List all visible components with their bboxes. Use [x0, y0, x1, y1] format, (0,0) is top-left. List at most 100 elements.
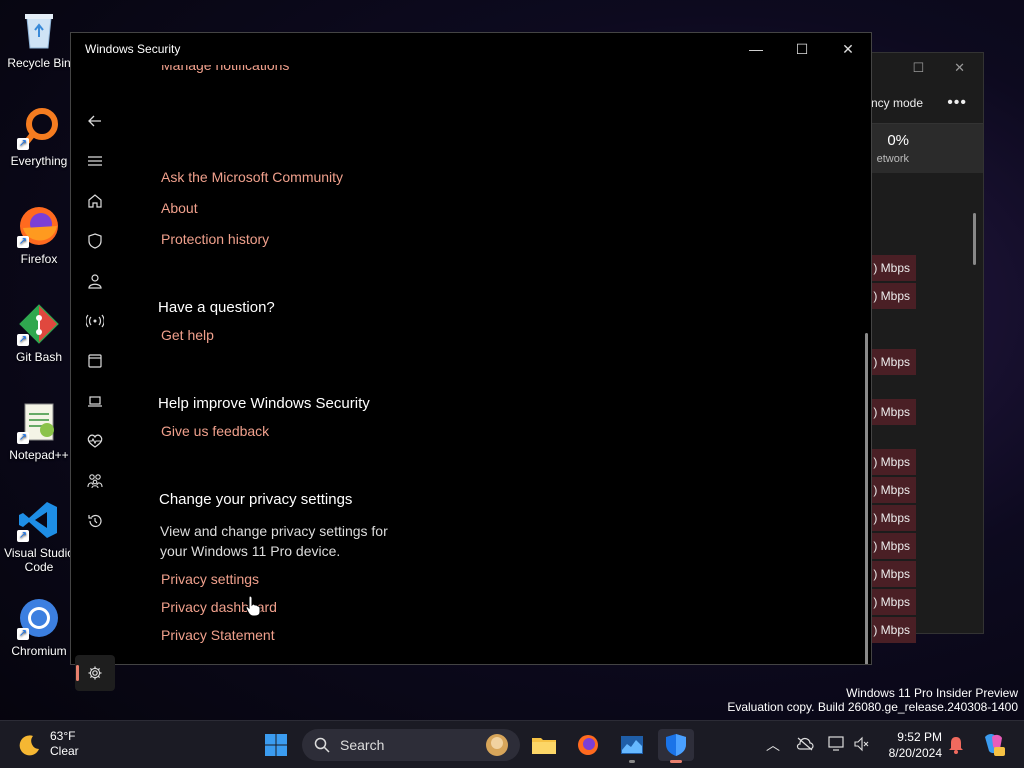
firefox-icon	[578, 735, 598, 755]
nav-family-options[interactable]	[75, 463, 115, 499]
taskbar-file-explorer[interactable]	[526, 729, 562, 761]
desktop-icon-label: Git Bash	[15, 350, 63, 364]
shield-icon	[88, 233, 102, 249]
nav-app-browser-control[interactable]	[75, 343, 115, 379]
firefox-icon: ↗	[17, 204, 61, 248]
cloud-offline-icon[interactable]	[796, 737, 814, 751]
help-improve-heading: Help improve Windows Security	[158, 395, 370, 412]
desktop-icon-git-bash[interactable]: ↗ Git Bash	[2, 302, 76, 364]
back-button[interactable]	[75, 103, 115, 139]
weather-widget[interactable]: 63°F Clear	[18, 729, 79, 759]
system-clock[interactable]: 9:52 PM 8/20/2024	[878, 729, 942, 761]
nav-firewall[interactable]	[75, 303, 115, 339]
desktop-icon-label: Everything	[10, 154, 68, 168]
manage-notifications-link[interactable]: Manage notifications	[161, 65, 289, 73]
taskbar-firefox[interactable]	[570, 729, 606, 761]
taskbar-windows-security[interactable]	[658, 729, 694, 763]
nav-settings[interactable]	[75, 655, 115, 691]
efficiency-mode-button[interactable]: ncy mode	[871, 96, 923, 110]
weather-temperature: 63°F	[50, 729, 76, 743]
person-icon	[88, 274, 102, 289]
search-placeholder: Search	[340, 737, 385, 753]
display-icon[interactable]	[828, 736, 846, 752]
windows-security-window: Windows Security — ☐ ✕ Manage notificati…	[70, 32, 872, 691]
git-bash-icon: ↗	[17, 302, 61, 346]
scrollbar-thumb[interactable]	[973, 213, 976, 265]
everything-search-icon: ↗	[17, 106, 61, 150]
evaluation-watermark: Windows 11 Pro Insider Preview Evaluatio…	[727, 686, 1018, 714]
task-manager-window[interactable]: ☐ ✕ ncy mode ••• 0% etwork ) Mbps ) Mbps…	[860, 52, 984, 643]
desktop-icon-vscode[interactable]: ↗ Visual Studio Code	[2, 498, 76, 574]
privacy-statement-link[interactable]: Privacy Statement	[161, 627, 275, 643]
taskbar-search[interactable]: Search	[302, 729, 520, 761]
moon-icon	[19, 735, 39, 756]
nav-rail	[71, 65, 119, 691]
have-a-question-heading: Have a question?	[158, 299, 275, 316]
more-options-icon[interactable]: •••	[947, 94, 967, 112]
desktop-icon-chromium[interactable]: ↗ Chromium	[2, 596, 76, 658]
shortcut-arrow-icon: ↗	[17, 628, 29, 640]
hamburger-menu-icon	[88, 156, 102, 166]
task-manager-icon	[621, 736, 643, 754]
start-button[interactable]	[258, 729, 294, 761]
shortcut-arrow-icon: ↗	[17, 236, 29, 248]
nav-device-health[interactable]	[75, 423, 115, 459]
weather-condition: Clear	[50, 744, 79, 758]
search-highlight-icon	[486, 734, 508, 756]
desktop-icon-everything[interactable]: ↗ Everything	[2, 106, 76, 168]
nav-protection-history[interactable]	[75, 503, 115, 539]
maximize-icon[interactable]: ☐	[912, 60, 924, 76]
clock-date: 8/20/2024	[888, 746, 942, 760]
content-scrollbar[interactable]	[865, 333, 868, 664]
shortcut-arrow-icon: ↗	[17, 530, 29, 542]
settings-content: Manage notifications Ask the Microsoft C…	[119, 65, 871, 664]
desktop-icon-notepad-plus-plus[interactable]: ↗ Notepad++	[2, 400, 76, 462]
nav-virus-protection[interactable]	[75, 223, 115, 259]
taskbar: 63°F Clear Search ︿ 9:52 PM 8/20/2024	[0, 720, 1024, 768]
nav-home[interactable]	[75, 183, 115, 219]
close-button[interactable]: ✕	[825, 33, 871, 65]
family-icon	[87, 474, 103, 489]
show-hidden-icons-chevron[interactable]: ︿	[766, 735, 780, 755]
privacy-settings-heading: Change your privacy settings	[159, 491, 353, 508]
minimize-button[interactable]: —	[733, 33, 779, 65]
gear-icon	[88, 666, 102, 680]
back-arrow-icon	[88, 115, 101, 127]
notification-bell-icon[interactable]	[948, 736, 964, 754]
privacy-settings-link[interactable]: Privacy settings	[161, 571, 259, 587]
window-title: Windows Security	[85, 42, 181, 56]
menu-button[interactable]	[75, 143, 115, 179]
give-feedback-link[interactable]: Give us feedback	[161, 423, 269, 439]
protection-history-link[interactable]: Protection history	[161, 231, 269, 247]
laptop-icon	[88, 396, 102, 407]
nav-device-security[interactable]	[75, 383, 115, 419]
chromium-icon: ↗	[17, 596, 61, 640]
window-controls: — ☐ ✕	[733, 33, 871, 65]
running-indicator	[629, 760, 635, 763]
desktop-icon-recycle-bin[interactable]: Recycle Bin	[2, 8, 76, 70]
vscode-icon: ↗	[17, 498, 61, 542]
shortcut-arrow-icon: ↗	[17, 334, 29, 346]
shortcut-arrow-icon: ↗	[17, 138, 29, 150]
app-window-icon	[88, 354, 102, 368]
close-icon[interactable]: ✕	[954, 60, 965, 76]
watermark-line-2: Evaluation copy. Build 26080.ge_release.…	[727, 700, 1018, 714]
shortcut-arrow-icon: ↗	[17, 432, 29, 444]
about-link[interactable]: About	[161, 200, 198, 216]
window-titlebar[interactable]: Windows Security — ☐ ✕	[71, 33, 871, 65]
history-icon	[88, 514, 102, 528]
copilot-icon[interactable]	[980, 731, 1006, 757]
desktop-icon-label: Firefox	[20, 252, 58, 266]
maximize-button[interactable]: ☐	[779, 33, 825, 65]
taskbar-task-manager[interactable]	[614, 729, 650, 763]
folder-icon	[532, 738, 556, 754]
desktop-icon-firefox[interactable]: ↗ Firefox	[2, 204, 76, 266]
volume-muted-icon[interactable]	[854, 736, 870, 752]
notepad-plus-plus-icon: ↗	[17, 400, 61, 444]
nav-account-protection[interactable]	[75, 263, 115, 299]
ask-community-link[interactable]: Ask the Microsoft Community	[161, 169, 343, 185]
search-icon	[314, 737, 330, 753]
get-help-link[interactable]: Get help	[161, 327, 214, 343]
network-column-header[interactable]: 0% etwork	[861, 123, 983, 173]
privacy-description: View and change privacy settings for you…	[160, 523, 388, 559]
